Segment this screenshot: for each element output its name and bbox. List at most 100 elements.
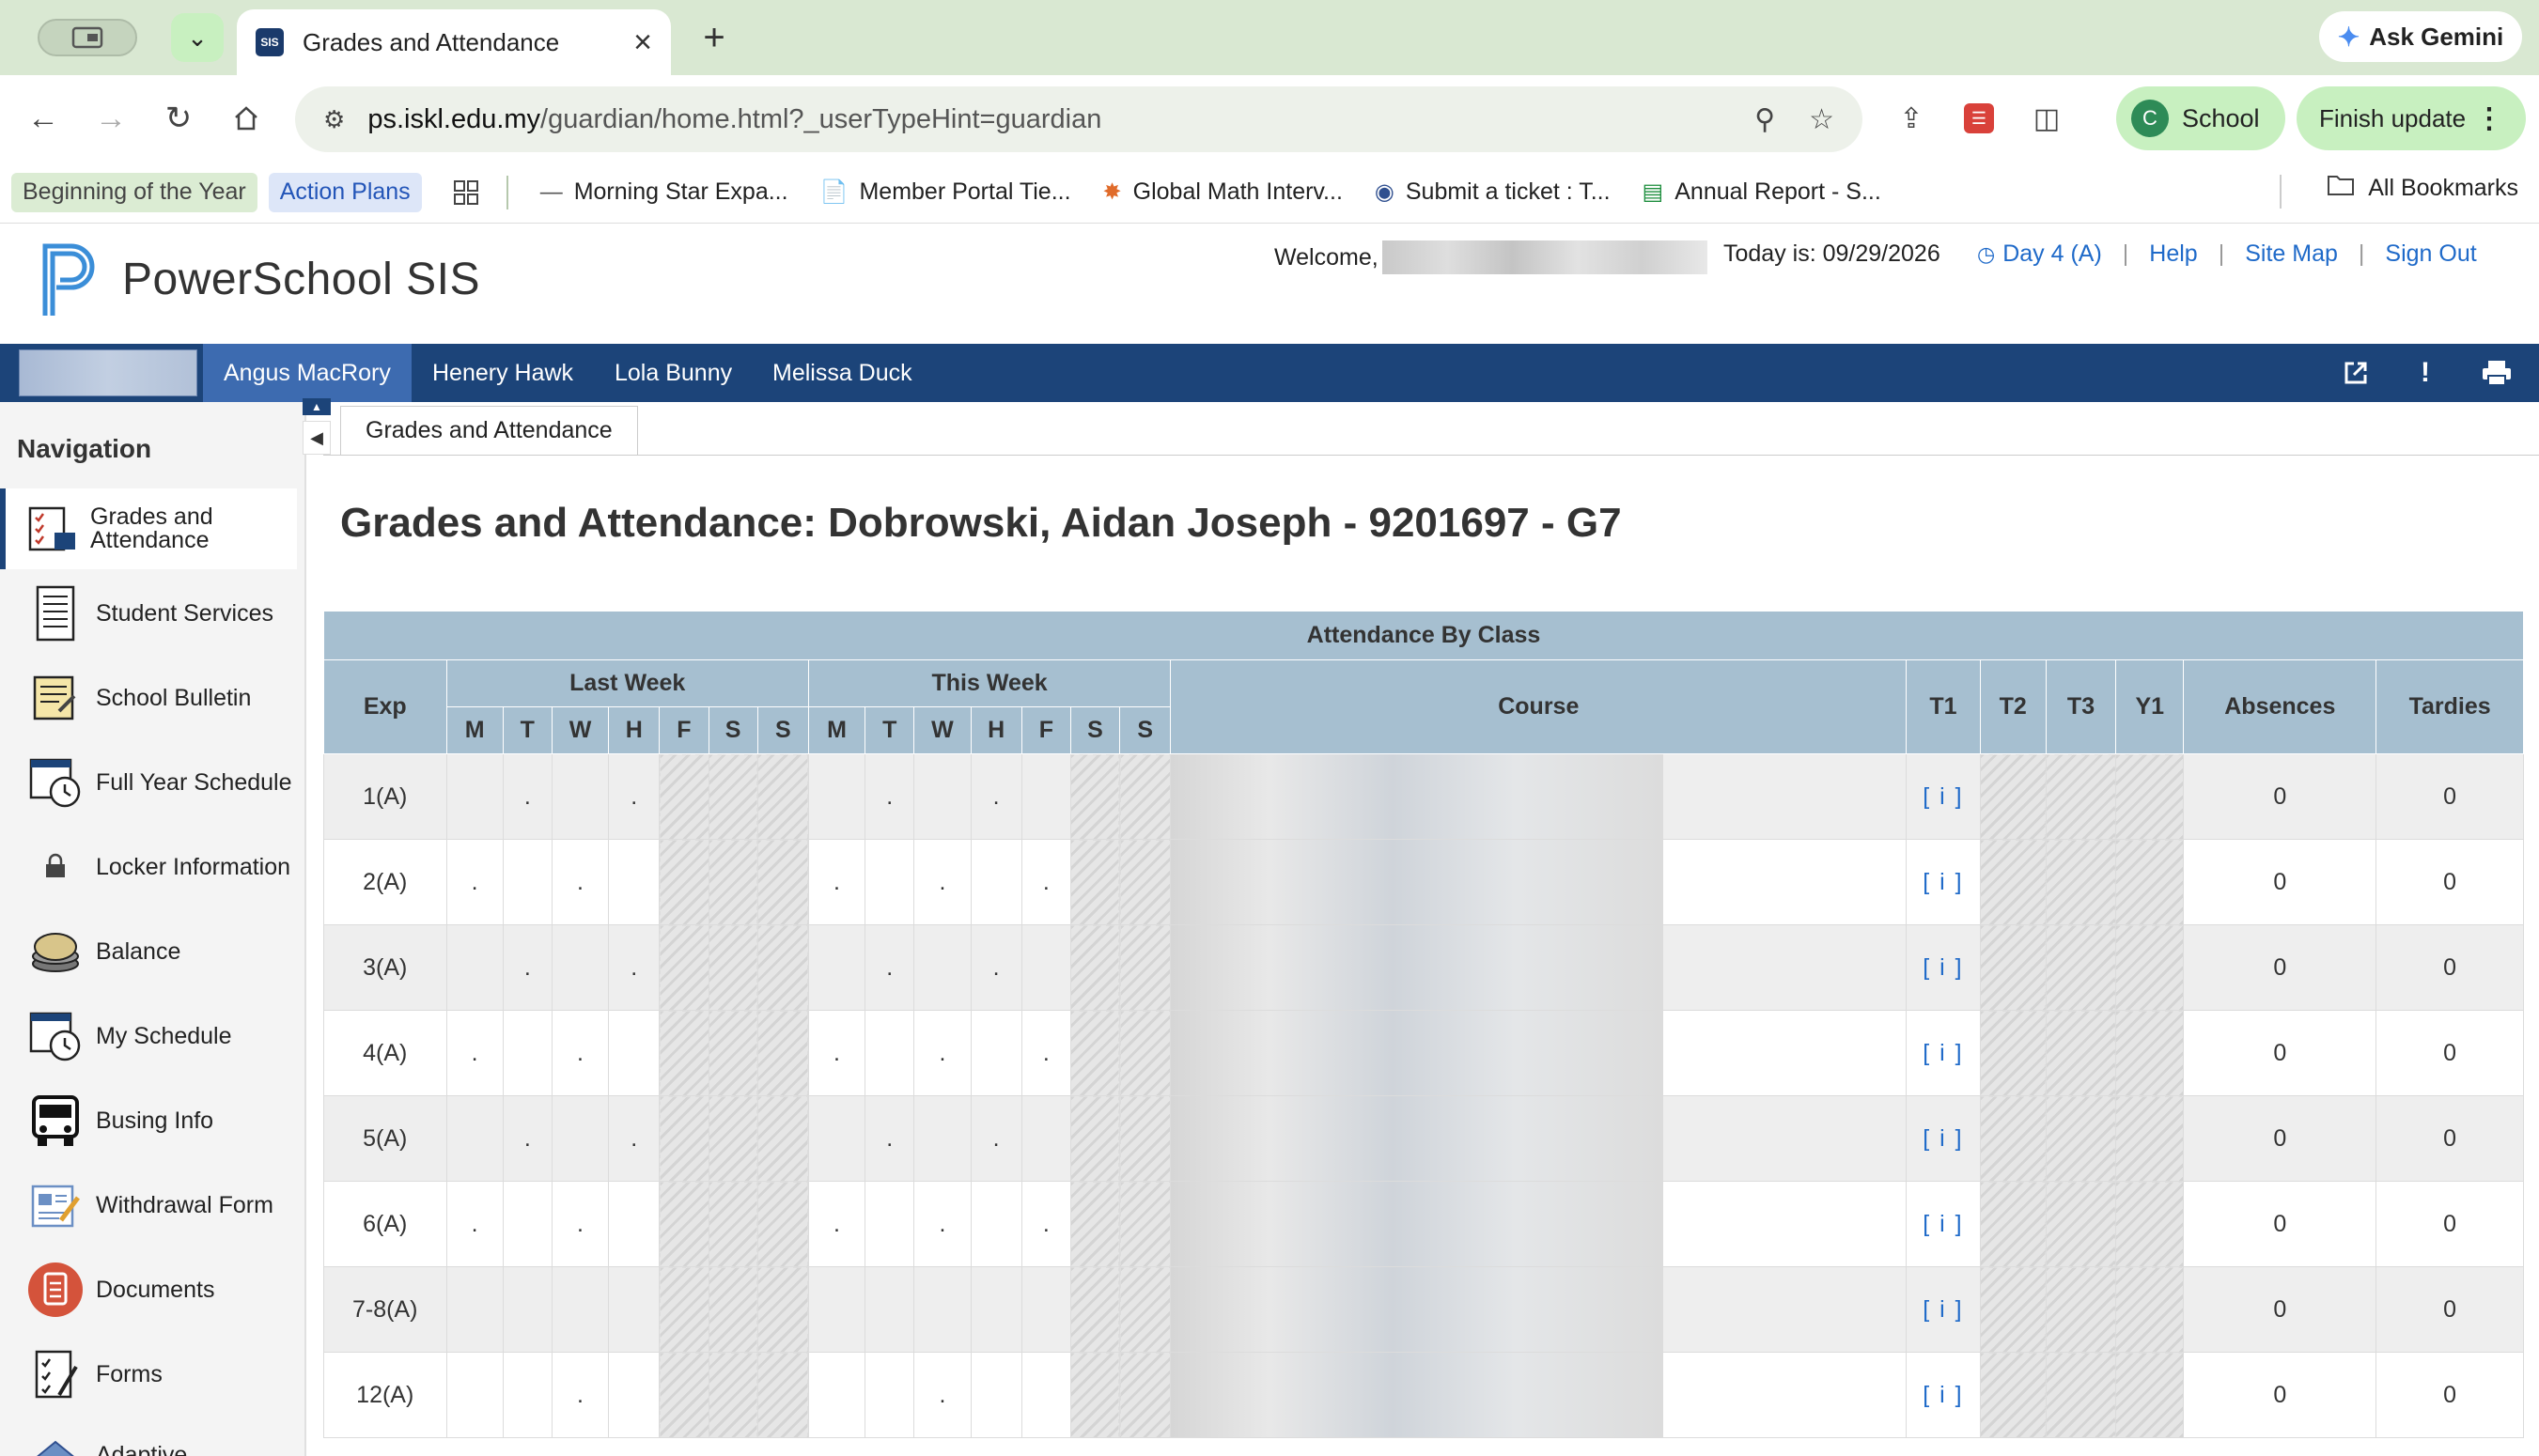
attendance-day-cell: . — [865, 924, 915, 1011]
alert-icon[interactable]: ! — [2407, 355, 2443, 391]
site-info-icon[interactable]: ⚙ — [323, 105, 345, 134]
t1-grade-cell: [ i ] — [1906, 1010, 1981, 1096]
nav-item-school-bulletin[interactable]: School Bulletin — [0, 658, 297, 738]
t1-grade-cell: [ i ] — [1906, 753, 1981, 840]
nav-item-withdrawal-form[interactable]: Withdrawal Form — [0, 1165, 297, 1246]
profile-button[interactable]: C School — [2116, 86, 2285, 150]
y1-grade-cell — [2115, 1095, 2185, 1182]
attendance-day-cell — [608, 1352, 661, 1438]
nav-item-student-services[interactable]: Student Services — [0, 573, 297, 654]
new-tab-button[interactable]: + — [692, 15, 737, 60]
student-tab-lola[interactable]: Lola Bunny — [594, 344, 753, 402]
extensions-puzzle-icon[interactable]: ◫ — [2026, 98, 2067, 139]
help-link[interactable]: Help — [2149, 240, 2197, 268]
redacted-course-name — [1171, 1096, 1664, 1181]
powerschool-logo[interactable]: PowerSchool SIS — [39, 240, 480, 318]
forward-arrow-icon[interactable]: → — [88, 96, 133, 141]
open-external-icon[interactable] — [2338, 355, 2374, 391]
table-row: 5(A).... [ i ] 0 0 — [323, 1095, 2524, 1182]
nav-item-adaptive[interactable]: Adaptive — [0, 1415, 297, 1456]
tardies-cell: 0 — [2375, 1010, 2524, 1096]
nav-item-full-year-schedule[interactable]: Full Year Schedule — [0, 742, 297, 823]
apps-grid-icon[interactable] — [452, 178, 480, 207]
browser-tab-active[interactable]: SIS Grades and Attendance × — [237, 9, 671, 75]
day-header-this-week: M — [807, 706, 866, 754]
redacted-course-name — [1171, 754, 1664, 839]
site-map-link[interactable]: Site Map — [2245, 240, 2338, 268]
grade-info-link[interactable]: [ i ] — [1923, 1211, 1963, 1237]
checklist-icon — [26, 1345, 85, 1403]
redacted-student-tab[interactable] — [19, 349, 197, 396]
grade-info-link[interactable]: [ i ] — [1923, 1040, 1963, 1066]
grade-info-link[interactable]: [ i ] — [1923, 783, 1963, 810]
student-tab-angus[interactable]: Angus MacRory — [203, 344, 412, 402]
redacted-course-name — [1171, 840, 1664, 924]
day-header-last-week: F — [659, 706, 709, 754]
nav-item-documents[interactable]: Documents — [0, 1249, 297, 1330]
grade-info-link[interactable]: [ i ] — [1923, 869, 1963, 895]
course-cell — [1170, 1181, 1908, 1267]
bookmark-item[interactable]: ◉ Submit a ticket : T... — [1375, 178, 1611, 206]
y1-grade-cell — [2115, 839, 2185, 925]
attendance-day-cell — [1020, 1266, 1071, 1353]
attendance-day-cell — [708, 1352, 758, 1438]
address-bar[interactable]: ⚙ ps.iskl.edu.my/guardian/home.html?_use… — [295, 86, 1862, 152]
sign-out-link[interactable]: Sign Out — [2385, 240, 2476, 268]
course-cell — [1170, 1352, 1908, 1438]
bookmark-item[interactable]: ✸ Global Math Interv... — [1103, 178, 1343, 206]
all-bookmarks-button[interactable]: All Bookmarks — [2327, 173, 2518, 204]
attendance-day-cell — [1069, 753, 1121, 840]
redacted-course-name — [1171, 1182, 1664, 1266]
grade-info-link[interactable]: [ i ] — [1923, 1125, 1963, 1152]
back-arrow-icon[interactable]: ← — [21, 96, 66, 141]
attendance-day-cell — [756, 1181, 809, 1267]
zoom-icon[interactable]: ⚲ — [1754, 103, 1775, 136]
grade-info-link[interactable]: [ i ] — [1923, 954, 1963, 981]
bookmark-item[interactable]: ▤ Annual Report - S... — [1643, 178, 1881, 206]
print-icon[interactable] — [2479, 355, 2515, 391]
bookmark-chip-beginning[interactable]: Beginning of the Year — [11, 172, 257, 212]
attendance-day-cell — [756, 924, 809, 1011]
home-icon[interactable] — [224, 96, 269, 141]
attendance-day-cell — [1069, 1010, 1121, 1096]
nav-item-forms[interactable]: Forms — [0, 1334, 297, 1415]
student-tab-henery[interactable]: Henery Hawk — [412, 344, 594, 402]
ask-gemini-button[interactable]: ✦ Ask Gemini — [2319, 11, 2522, 62]
attendance-day-cell — [708, 1266, 758, 1353]
day-link[interactable]: Day 4 (A) — [2002, 240, 2102, 268]
course-cell — [1170, 1266, 1908, 1353]
attendance-day-cell — [1119, 1352, 1172, 1438]
redacted-user-name — [1381, 240, 1707, 274]
tab-grades-attendance[interactable]: Grades and Attendance — [340, 406, 638, 455]
bookmark-chip-action-plans[interactable]: Action Plans — [268, 172, 422, 212]
close-icon[interactable]: × — [633, 26, 652, 58]
finish-update-button[interactable]: Finish update ⋮ — [2297, 86, 2526, 150]
attendance-day-cell — [1119, 753, 1172, 840]
grade-info-link[interactable]: [ i ] — [1923, 1296, 1963, 1323]
t2-grade-cell — [1979, 1181, 2047, 1267]
extension-red-icon[interactable]: ☰ — [1964, 103, 1994, 133]
student-tab-melissa[interactable]: Melissa Duck — [752, 344, 933, 402]
url-text[interactable]: ps.iskl.edu.my/guardian/home.html?_userT… — [367, 104, 1721, 135]
sidebar-toggle-icon[interactable] — [38, 19, 137, 56]
col-header-tardies: Tardies — [2375, 659, 2524, 754]
nav-item-balance[interactable]: Balance — [0, 911, 297, 992]
coins-icon — [26, 922, 85, 981]
bookmark-star-icon[interactable]: ☆ — [1809, 103, 1834, 136]
reload-icon[interactable]: ↻ — [156, 96, 201, 141]
kebab-menu-icon[interactable]: ⋮ — [2475, 102, 2503, 135]
nav-item-my-schedule[interactable]: My Schedule — [0, 996, 297, 1077]
bookmark-item[interactable]: — Morning Star Expa... — [540, 178, 788, 206]
extension-download-icon[interactable]: ⇪ — [1891, 98, 1932, 139]
nav-item-busing-info[interactable]: Busing Info — [0, 1080, 297, 1161]
tab-search-button[interactable]: ⌄ — [171, 13, 224, 62]
grade-info-link[interactable]: [ i ] — [1923, 1382, 1963, 1408]
attendance-day-cell — [865, 839, 915, 925]
attendance-day-cell: . — [970, 1095, 1022, 1182]
attendance-day-cell — [445, 1095, 504, 1182]
nav-item-grades-attendance[interactable]: Grades and Attendance — [0, 488, 297, 569]
t1-grade-cell: [ i ] — [1906, 924, 1981, 1011]
col-header-t1: T1 — [1906, 659, 1981, 754]
bookmark-item[interactable]: 📄 Member Portal Tie... — [820, 178, 1071, 206]
nav-item-locker-information[interactable]: Locker Information — [0, 827, 297, 907]
